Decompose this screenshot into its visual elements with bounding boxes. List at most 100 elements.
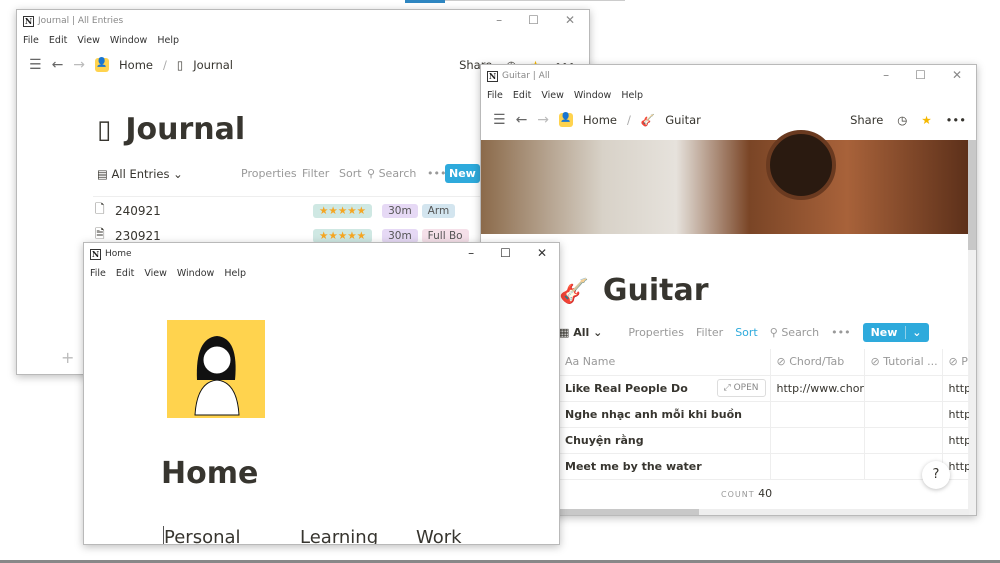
title-bar: N Home – ☐ ✕ — [84, 243, 559, 265]
breadcrumb-journal[interactable]: Journal — [193, 58, 233, 72]
page-title: Guitar — [602, 273, 709, 308]
journal-icon: ▯ — [97, 114, 112, 145]
menu-edit[interactable]: Edit — [513, 90, 531, 101]
table-row[interactable]: Chuyện rằng http — [559, 427, 970, 454]
share-button[interactable]: Share — [850, 113, 883, 127]
breadcrumb-guitar[interactable]: Guitar — [665, 113, 701, 127]
tutorial-cell[interactable] — [864, 401, 943, 428]
menu-window[interactable]: Window — [574, 90, 611, 101]
help-button[interactable]: ? — [922, 461, 950, 489]
menu-edit[interactable]: Edit — [116, 268, 134, 279]
minimize-button[interactable]: – — [496, 13, 502, 27]
column-header-chord[interactable]: ⊘ Chord/Tab — [770, 349, 865, 376]
breadcrumb-home[interactable]: Home — [119, 58, 153, 72]
view-selector[interactable]: ▤ All Entries ⌄ — [97, 167, 183, 181]
menu-file[interactable]: File — [23, 35, 39, 46]
close-button[interactable]: ✕ — [565, 13, 575, 27]
menu-file[interactable]: File — [90, 268, 106, 279]
menu-window[interactable]: Window — [177, 268, 214, 279]
more-options[interactable]: ••• — [831, 326, 850, 339]
sort-button[interactable]: Sort — [339, 167, 362, 180]
rating: ★★★★★ — [313, 203, 373, 218]
tutorial-cell[interactable] — [864, 427, 943, 454]
row-name[interactable]: Like Real People Do — [565, 382, 688, 395]
chord-cell[interactable] — [770, 453, 865, 480]
star-icon[interactable]: ★ — [921, 113, 931, 127]
tutorial-cell[interactable] — [864, 375, 943, 402]
properties-button[interactable]: Properties — [241, 167, 297, 180]
add-icon[interactable]: + — [61, 348, 74, 367]
history-icon[interactable]: ◷ — [897, 113, 907, 127]
search-button[interactable]: ⚲ Search — [367, 167, 416, 180]
new-button[interactable]: New — [445, 164, 480, 183]
more-icon[interactable]: ••• — [946, 113, 966, 127]
forward-icon[interactable]: → — [73, 57, 85, 73]
minimize-button[interactable]: – — [883, 68, 889, 82]
section-learning: Learning — [300, 527, 379, 545]
p-cell[interactable]: http — [942, 427, 970, 454]
sort-button[interactable]: Sort — [735, 326, 758, 339]
close-button[interactable]: ✕ — [952, 68, 962, 82]
search-button[interactable]: ⚲ Search — [770, 326, 819, 339]
menu-icon[interactable]: ☰ — [493, 112, 506, 128]
window-title: Home — [105, 249, 132, 259]
entry-name[interactable]: 240921 — [115, 204, 313, 218]
window-title: Journal | All Entries — [38, 16, 124, 26]
row-name[interactable]: Meet me by the water — [559, 453, 771, 480]
section-headings: Personal Learning Work — [164, 527, 462, 545]
properties-button[interactable]: Properties — [628, 326, 684, 339]
home-avatar-icon: 👤 — [559, 113, 574, 127]
cover-image — [481, 130, 969, 234]
new-button[interactable]: New ⌄ — [862, 323, 930, 342]
column-header-name[interactable]: Aa Name — [559, 349, 771, 376]
menu-icon[interactable]: ☰ — [29, 57, 42, 73]
forward-icon[interactable]: → — [537, 112, 549, 128]
maximize-button[interactable]: ☐ — [500, 246, 511, 260]
p-cell[interactable]: http — [942, 401, 970, 428]
menu-help[interactable]: Help — [157, 35, 179, 46]
table-row[interactable]: Meet me by the water http — [559, 453, 970, 480]
back-icon[interactable]: ← — [52, 57, 64, 73]
journal-icon: ▯ — [176, 58, 184, 72]
table-row[interactable]: Nghe nhạc anh mỗi khi buồn http — [559, 401, 970, 428]
menu-help[interactable]: Help — [621, 90, 643, 101]
menu-edit[interactable]: Edit — [49, 35, 67, 46]
breadcrumb-home[interactable]: Home — [583, 113, 617, 127]
filter-button[interactable]: Filter — [302, 167, 329, 180]
filter-button[interactable]: Filter — [696, 326, 723, 339]
back-icon[interactable]: ← — [516, 112, 528, 128]
horizontal-scrollbar[interactable] — [559, 509, 969, 515]
maximize-button[interactable]: ☐ — [528, 13, 539, 27]
view-selector[interactable]: ▦ All ⌄ — [559, 326, 602, 339]
home-window: N Home – ☐ ✕ File Edit View Window Help Home Pe… — [83, 242, 560, 545]
minimize-button[interactable]: – — [468, 246, 474, 260]
menu-view[interactable]: View — [144, 268, 167, 279]
guitar-icon: 🎸 — [640, 113, 656, 127]
section-personal: Personal — [164, 527, 241, 545]
menu-view[interactable]: View — [541, 90, 564, 101]
menu-window[interactable]: Window — [110, 35, 147, 46]
divider — [445, 0, 625, 1]
type-tag: Full Bo — [421, 228, 469, 243]
row-name[interactable]: Nghe nhạc anh mỗi khi buồn — [559, 401, 771, 428]
chord-cell[interactable] — [770, 401, 865, 428]
home-avatar-image — [167, 320, 265, 418]
menu-file[interactable]: File — [487, 90, 503, 101]
menu-help[interactable]: Help — [224, 268, 246, 279]
close-button[interactable]: ✕ — [537, 246, 547, 260]
row-name[interactable]: Chuyện rằng — [559, 427, 771, 454]
column-header-p[interactable]: ⊘ P — [942, 349, 970, 376]
menu-view[interactable]: View — [77, 35, 100, 46]
guitar-icon: 🎸 — [559, 276, 589, 305]
column-header-tutorial[interactable]: ⊘ Tutorial ... — [864, 349, 943, 376]
chord-cell[interactable]: http://www.chordi — [770, 375, 865, 402]
chord-cell[interactable] — [770, 427, 865, 454]
open-button[interactable]: ⤢ OPEN — [716, 378, 766, 397]
entry-name[interactable]: 230921 — [115, 229, 313, 243]
p-cell[interactable]: http — [942, 375, 970, 402]
duration-tag: 30m — [382, 203, 418, 218]
more-options[interactable]: ••• — [427, 167, 446, 180]
maximize-button[interactable]: ☐ — [915, 68, 926, 82]
section-work: Work — [416, 527, 462, 545]
table-row[interactable]: Like Real People Do ⤢ OPEN http://www.chor… — [559, 375, 970, 402]
